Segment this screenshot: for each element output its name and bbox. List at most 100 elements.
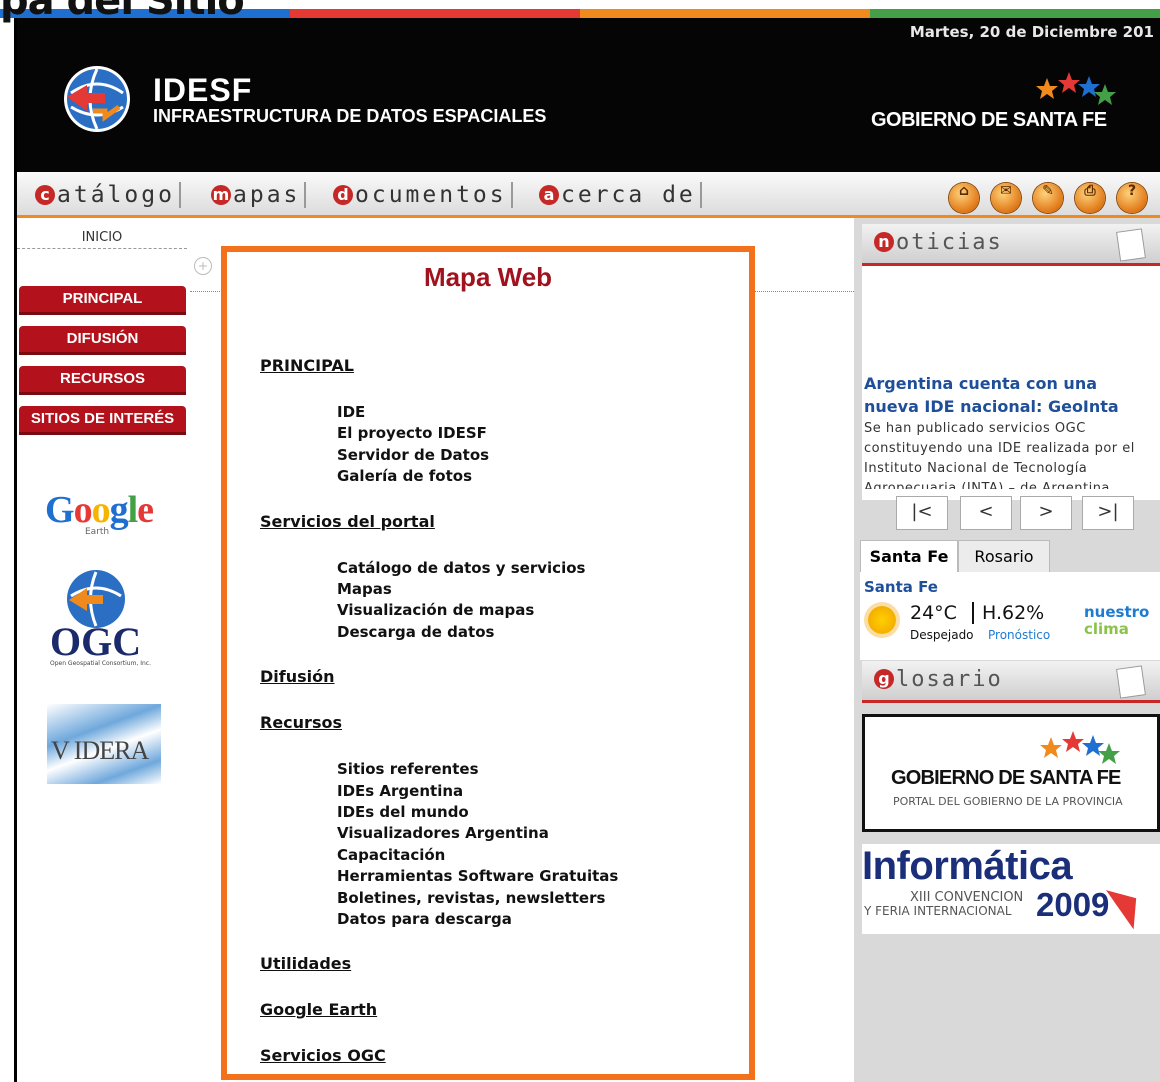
nav-documentos[interactable]: d ocumentos [333,182,513,208]
news-header: n oticias [862,224,1160,266]
sitemap-item-link[interactable]: Descarga de datos [337,622,494,644]
pager-prev-button[interactable]: < [960,496,1012,530]
sitemap-item-link[interactable]: Herramientas Software Gratuitas [337,866,618,888]
expand-icon[interactable]: + [194,257,212,275]
sidebar-button-recursos[interactable]: RECURSOS [19,366,186,392]
help-icon[interactable]: ? [1117,183,1147,213]
cursor-arrow-icon [1106,878,1150,930]
news-cap: n [874,232,894,252]
help-glyph: ? [1127,183,1137,199]
sitemap-item-link[interactable]: Sitios referentes [337,759,479,781]
gobierno-banner[interactable]: GOBIERNO DE SANTA FE PORTAL DEL GOBIERNO… [862,714,1160,832]
weather-tabs: Santa Fe Rosario [860,540,1160,574]
left-frame [0,18,17,1082]
nav-label: ocumentos [355,182,507,208]
nav-cap-d: d [333,185,353,205]
sitemap-item-link[interactable]: Mapas [337,579,392,601]
sidebar-button-sitios[interactable]: SITIOS DE INTERÉS [19,406,186,432]
sitemap-section-link[interactable]: Google Earth [260,1000,377,1019]
videra-logo[interactable]: V IDERA [47,704,161,784]
glossary-header-text: losario [896,667,1003,692]
news-body: Se han publicado servicios OGC constituy… [864,421,1135,489]
edit-icon[interactable]: ✎ [1033,183,1063,213]
sitemap-section-link[interactable]: Difusión [260,667,335,686]
forecast-link[interactable]: Pronóstico [988,628,1050,642]
gobierno-banner-title: GOBIERNO DE SANTA FE [891,767,1121,789]
pager-first-button[interactable]: |< [896,496,948,530]
google-earth-logo[interactable]: Google [45,488,154,532]
sitemap-item-link[interactable]: IDEs Argentina [337,781,463,803]
nav-cap-m: m [211,185,231,205]
sitemap-item-link[interactable]: IDEs del mundo [337,802,469,824]
left-sidebar: INICIO PRINCIPAL DIFUSIÓN RECURSOS SITIO… [17,218,190,1082]
sidebar-button-difusion[interactable]: DIFUSIÓN [19,326,186,352]
home-icon[interactable]: ⌂ [949,183,979,213]
color-bar-segment [290,9,580,18]
stars-logo-icon [1036,72,1116,105]
weather-widget: Santa Fe 24°C H.62% Despejado Pronóstico… [860,572,1160,660]
pager-next-button[interactable]: > [1020,496,1072,530]
news-panel: Argentina cuenta con una nueva IDE nacio… [862,266,1160,500]
sidebar-button-principal[interactable]: PRINCIPAL [19,286,186,312]
news-headline[interactable]: Argentina cuenta con una nueva IDE nacio… [864,372,1154,418]
sitemap-item-link[interactable]: Datos para descarga [337,909,512,931]
sitemap-item-link[interactable]: IDE [337,402,365,424]
sitemap-section-link[interactable]: Servicios OGC [260,1046,386,1065]
glossary-header: g losario [862,661,1160,703]
nav-cap-a: a [539,185,559,205]
news-feather-icon [1116,228,1146,262]
google-earth-sub: Earth [85,527,110,537]
news-header-text: oticias [896,230,1003,255]
sitemap-item-link[interactable]: Galería de fotos [337,466,472,488]
logo-title[interactable]: IDESF [153,72,252,109]
sitemap-item-link[interactable]: El proyecto IDESF [337,423,487,445]
sitemap-section-link[interactable]: Recursos [260,713,342,732]
inicio-link[interactable]: INICIO [17,230,187,249]
logo-subtitle: INFRAESTRUCTURA DE DATOS ESPACIALES [153,106,547,126]
site-header: Martes, 20 de Diciembre 201 IDESF INFRAE… [17,18,1160,172]
sitemap-section-link[interactable]: Utilidades [260,954,351,973]
informatica-line1: XIII CONVENCION [910,890,1024,905]
sitemap-item-link[interactable]: Servidor de Datos [337,445,489,467]
mail-icon[interactable]: ✉ [991,183,1021,213]
print-icon[interactable]: ⎙ [1075,183,1105,213]
ogc-subtitle: Open Geospatial Consortium, Inc. [50,660,152,667]
government-logo[interactable]: GOBIERNO DE SANTA FE [871,109,1107,132]
weather-temperature: 24°C [910,602,957,624]
weather-description: Despejado [910,628,974,642]
informatica-line2: Y FERIA INTERNACIONAL [864,904,1012,918]
ogc-logo[interactable]: OGC [50,618,141,665]
clima-brand-line2[interactable]: clima [1084,620,1129,638]
sitemap-section-link[interactable]: Servicios del portal [260,512,435,531]
mail-glyph: ✉ [1000,183,1012,199]
informatica-banner[interactable]: Informática XIII CONVENCION Y FERIA INTE… [862,844,1160,934]
glossary-cap: g [874,669,894,689]
tab-rosario[interactable]: Rosario [958,540,1050,574]
clima-brand-line1[interactable]: nuestro [1084,603,1149,621]
videra-label: V IDERA [51,736,149,765]
weather-city: Santa Fe [864,578,938,596]
news-header-title: n oticias [874,230,1003,255]
nav-mapas[interactable]: m apas [211,182,307,208]
sitemap-item-link[interactable]: Visualizadores Argentina [337,823,549,845]
nav-label: cerca de [561,182,696,208]
sitemap-item-link[interactable]: Boletines, revistas, newsletters [337,888,605,910]
globe-logo-icon[interactable] [61,63,133,135]
nav-acerca-de[interactable]: a cerca de [539,182,702,208]
nav-label: apas [233,182,301,208]
sun-icon [868,606,896,634]
tab-santa-fe[interactable]: Santa Fe [860,540,958,573]
glossary-icon [1116,665,1146,699]
nav-catalogo[interactable]: c atálogo [35,182,181,208]
sitemap-item-link[interactable]: Catálogo de datos y servicios [337,558,585,580]
page-overlay-title: pa del Sitio [0,0,245,24]
home-glyph: ⌂ [958,183,970,199]
pager-last-button[interactable]: >| [1082,496,1134,530]
print-glyph: ⎙ [1084,183,1096,199]
weather-humidity: H.62% [972,602,1044,624]
gobierno-banner-subtitle: PORTAL DEL GOBIERNO DE LA PROVINCIA [893,795,1123,808]
sitemap-item-link[interactable]: Capacitación [337,845,445,867]
sitemap-item-link[interactable]: Visualización de mapas [337,600,534,622]
sitemap-section-link[interactable]: PRINCIPAL [260,356,354,375]
stars-logo-icon [1040,731,1120,764]
